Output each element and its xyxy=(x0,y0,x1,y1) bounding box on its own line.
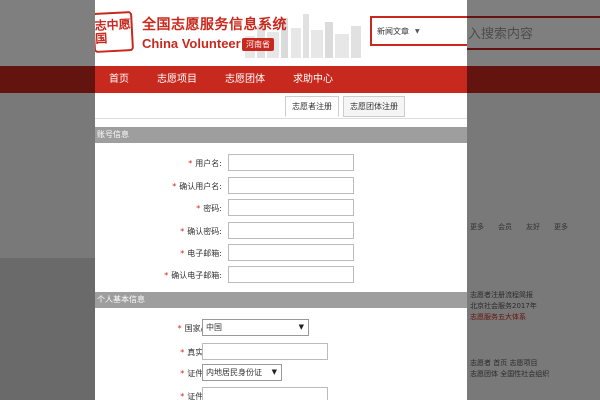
account-section-header: 账号信息 xyxy=(95,127,467,143)
id-number-input[interactable] xyxy=(202,387,328,400)
background-news-line[interactable]: 志愿者注册流程简报 xyxy=(470,290,600,301)
main-nav: 首页 志愿项目 志愿团体 求助中心 xyxy=(95,66,467,93)
confirm-password-input[interactable] xyxy=(228,222,354,239)
site-header: 志中愿国 全国志愿服务信息系统 China Volunteer 河南省 新闻文章… xyxy=(95,0,467,66)
nav-item-home[interactable]: 首页 xyxy=(95,66,143,93)
email-row: * 电子邮箱: xyxy=(95,244,467,262)
background-news-line[interactable]: 北京社会服务2017年 xyxy=(470,301,600,312)
id-number-row: *证件号码: xyxy=(95,387,467,400)
password-label: * 密码: xyxy=(196,204,222,213)
background-news-line[interactable]: 志愿服务五大体系 xyxy=(470,312,600,323)
id-type-row: *证件类型: 内地居民身份证 ▼ xyxy=(95,364,467,382)
background-news-line[interactable]: 志愿团体 全国性社会组织 xyxy=(470,369,600,380)
confirm-username-label: * 确认用户名: xyxy=(172,182,222,191)
real-name-input[interactable] xyxy=(202,343,328,360)
background-news-line[interactable]: 志愿者 首页 志愿项目 xyxy=(470,358,600,369)
chevron-down-icon: ▼ xyxy=(415,27,420,35)
background-link[interactable]: 更多 xyxy=(470,222,484,232)
province-badge: 河南省 xyxy=(242,38,274,51)
background-news-list: 志愿者注册流程简报 北京社会服务2017年 志愿服务五大体系 xyxy=(470,290,600,323)
tab-volunteer-register[interactable]: 志愿者注册 xyxy=(285,96,339,117)
tab-divider xyxy=(95,118,467,119)
country-value: 中国 xyxy=(206,323,222,332)
tab-group-register[interactable]: 志愿团体注册 xyxy=(343,96,405,117)
confirm-username-row: * 确认用户名: xyxy=(95,177,467,195)
country-row: *国家/地区: 中国 ▼ xyxy=(95,319,467,337)
background-sidebar-links: 更多 会员 友好 更多 xyxy=(470,222,600,232)
dropdown-arrow-icon: ▼ xyxy=(271,368,277,376)
country-select[interactable]: 中国 ▼ xyxy=(202,319,309,336)
nav-item-projects[interactable]: 志愿项目 xyxy=(143,66,211,93)
background-link[interactable]: 更多 xyxy=(554,222,568,232)
confirm-password-label: * 确认密码: xyxy=(180,227,222,236)
background-news-list-2: 志愿者 首页 志愿项目 志愿团体 全国性社会组织 xyxy=(470,358,600,380)
email-label: * 电子邮箱: xyxy=(180,249,222,258)
dropdown-arrow-icon: ▼ xyxy=(298,323,304,331)
registration-window: 志中愿国 全国志愿服务信息系统 China Volunteer 河南省 新闻文章… xyxy=(95,0,467,400)
personal-section-header: 个人基本信息 xyxy=(95,292,467,308)
search-category-label: 新闻文章 xyxy=(377,26,409,36)
id-type-select[interactable]: 内地居民身份证 ▼ xyxy=(202,364,282,381)
password-row: * 密码: xyxy=(95,199,467,217)
background-panel xyxy=(0,258,95,400)
id-type-value: 内地居民身份证 xyxy=(206,368,262,377)
email-input[interactable] xyxy=(228,244,354,261)
background-search-placeholder: 入搜索内容 xyxy=(468,27,534,42)
search-category-select[interactable]: 新闻文章 ▼ xyxy=(370,16,467,46)
nav-item-help[interactable]: 求助中心 xyxy=(279,66,347,93)
username-label: * 用户名: xyxy=(188,159,222,168)
background-link[interactable]: 友好 xyxy=(526,222,540,232)
nav-item-groups[interactable]: 志愿团体 xyxy=(211,66,279,93)
confirm-email-input[interactable] xyxy=(228,266,354,283)
site-logo-seal[interactable]: 志中愿国 xyxy=(95,10,135,54)
confirm-email-row: * 确认电子邮箱: xyxy=(95,266,467,284)
username-row: * 用户名: xyxy=(95,154,467,172)
site-title: 全国志愿服务信息系统 xyxy=(142,17,287,33)
real-name-row: *真实姓名: xyxy=(95,343,467,361)
confirm-username-input[interactable] xyxy=(228,177,354,194)
confirm-password-row: * 确认密码: xyxy=(95,222,467,240)
registration-tabs: 志愿者注册 志愿团体注册 xyxy=(285,96,405,117)
password-input[interactable] xyxy=(228,199,354,216)
site-title-english: China Volunteer xyxy=(142,36,241,51)
background-link[interactable]: 会员 xyxy=(498,222,512,232)
username-input[interactable] xyxy=(228,154,354,171)
confirm-email-label: * 确认电子邮箱: xyxy=(164,271,222,280)
